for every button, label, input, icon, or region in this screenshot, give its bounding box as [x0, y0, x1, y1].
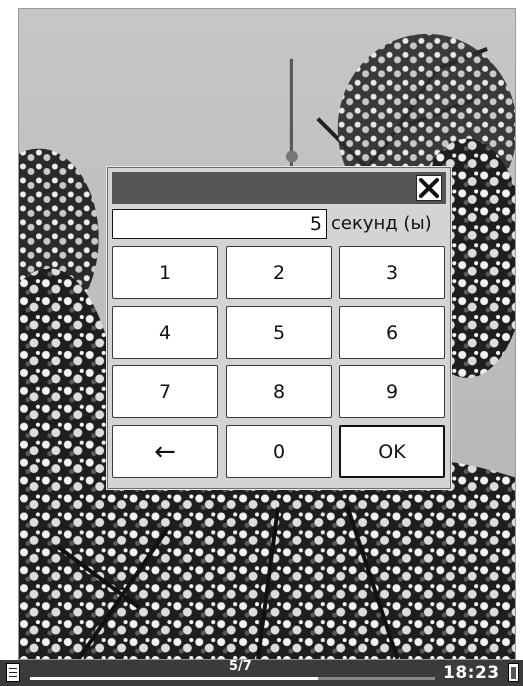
- key-3[interactable]: 3: [339, 246, 445, 299]
- key-4[interactable]: 4: [112, 306, 218, 359]
- key-9[interactable]: 9: [339, 365, 445, 418]
- close-x-icon: [419, 178, 439, 198]
- key-5[interactable]: 5: [226, 306, 332, 359]
- key-6[interactable]: 6: [339, 306, 445, 359]
- status-bar: 5/7 18:23: [0, 660, 523, 686]
- unit-label: секунд (ы): [331, 213, 432, 234]
- reading-progress-bar: [30, 677, 435, 680]
- key-0[interactable]: 0: [226, 425, 332, 478]
- battery-icon: [508, 663, 519, 682]
- clock: 18:23: [443, 663, 500, 683]
- ok-button[interactable]: OK: [339, 425, 445, 478]
- menu-icon[interactable]: [6, 663, 20, 682]
- key-2[interactable]: 2: [226, 246, 332, 299]
- key-7[interactable]: 7: [112, 365, 218, 418]
- key-1[interactable]: 1: [112, 246, 218, 299]
- dialog-title-bar: [112, 172, 446, 204]
- page-number: 5/7: [229, 659, 252, 674]
- value-row: 5 секунд (ы): [112, 209, 446, 241]
- number-input-dialog: 5 секунд (ы) 1 2 3 4 5 6 7 8 9 ← 0 OK: [107, 167, 451, 489]
- close-button[interactable]: [416, 175, 442, 201]
- screen: 5 секунд (ы) 1 2 3 4 5 6 7 8 9 ← 0 OK: [18, 8, 516, 660]
- reading-progress-fill: [30, 677, 318, 680]
- backspace-key[interactable]: ←: [112, 425, 218, 478]
- key-8[interactable]: 8: [226, 365, 332, 418]
- value-field[interactable]: 5: [112, 209, 327, 239]
- numeric-keypad: 1 2 3 4 5 6 7 8 9 ← 0 OK: [112, 246, 446, 482]
